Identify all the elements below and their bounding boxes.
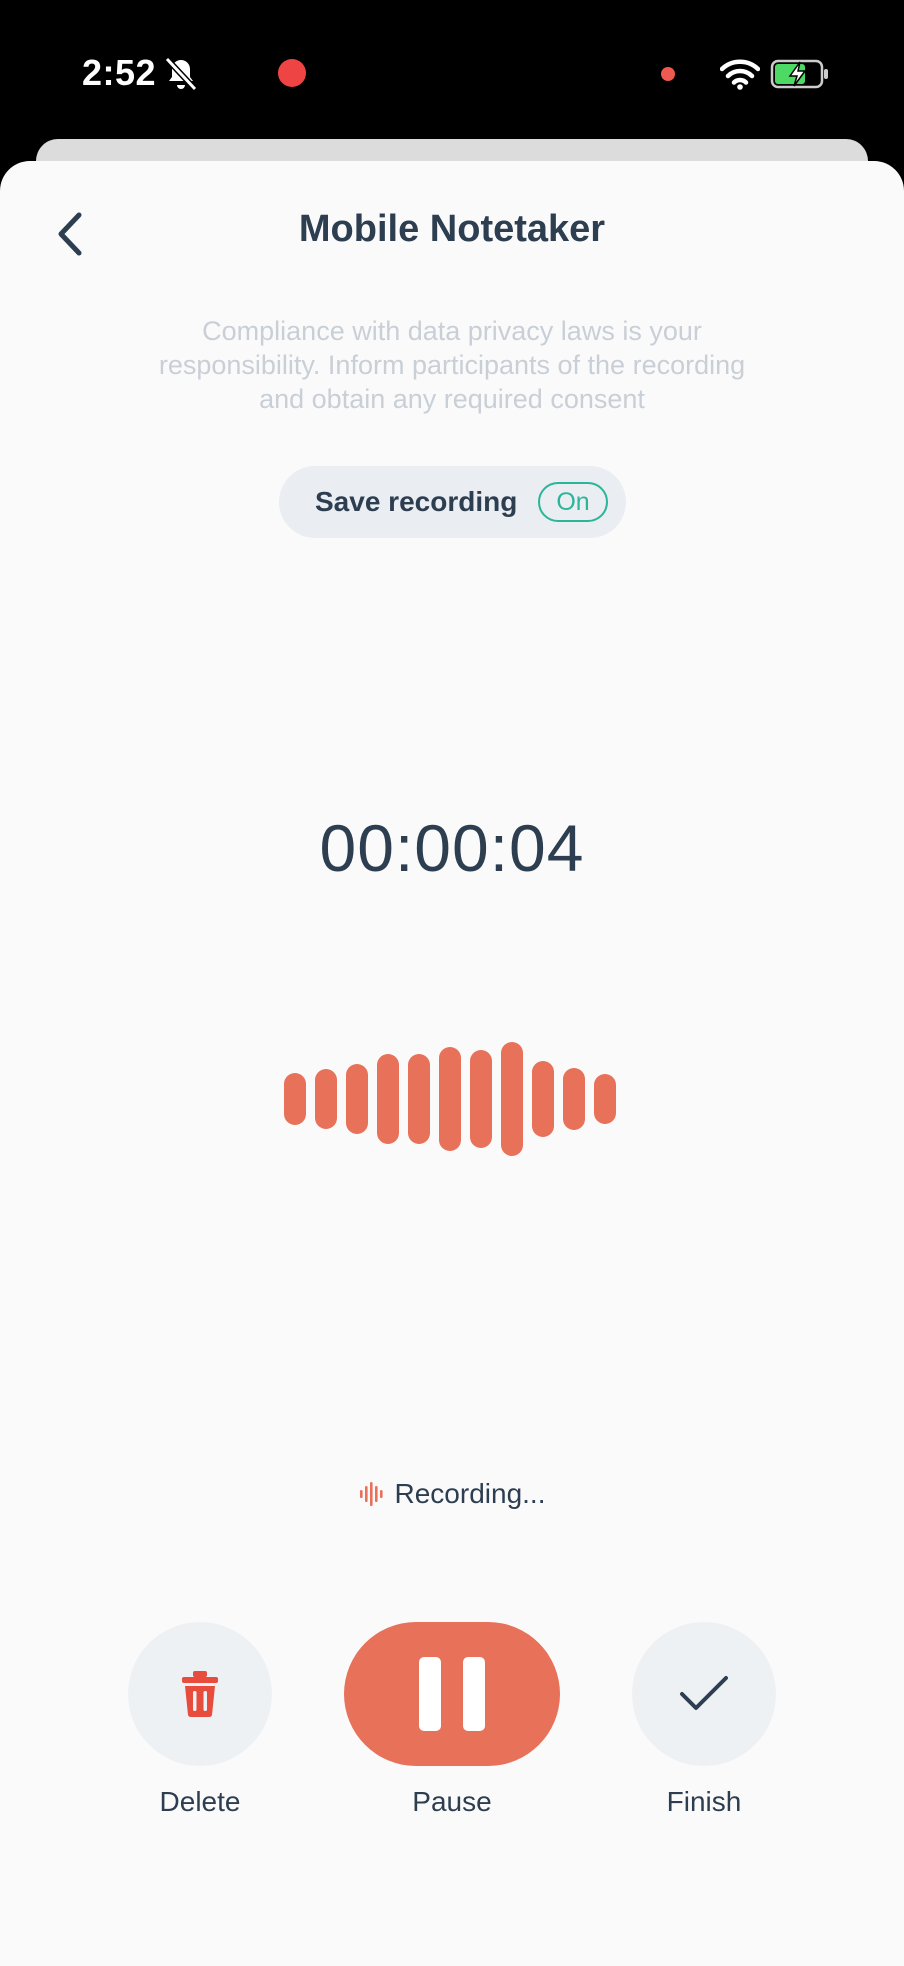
finish-button[interactable] bbox=[632, 1622, 776, 1766]
waveform-bar bbox=[439, 1047, 461, 1151]
waveform-bar bbox=[501, 1042, 523, 1156]
bell-off-icon bbox=[164, 56, 198, 92]
waveform-bar bbox=[563, 1068, 585, 1130]
page-title: Mobile Notetaker bbox=[298, 208, 606, 250]
save-recording-toggle[interactable]: Save recording On bbox=[279, 466, 626, 538]
waveform-bar bbox=[315, 1069, 337, 1129]
audio-wave-icon bbox=[359, 1481, 383, 1506]
status-bar: 2:52 bbox=[0, 0, 904, 140]
app-screen: 2:52 Mobile Notetaker Compliance with da… bbox=[0, 0, 904, 1966]
waveform-visualizer bbox=[282, 1040, 622, 1160]
delete-label: Delete bbox=[159, 1786, 241, 1817]
trash-icon bbox=[182, 1671, 218, 1717]
waveform-bar bbox=[594, 1074, 616, 1124]
waveform-bar bbox=[346, 1064, 368, 1134]
check-icon bbox=[680, 1676, 728, 1710]
waveform-bar bbox=[532, 1061, 554, 1137]
recording-status-text: Recording... bbox=[394, 1478, 546, 1509]
pause-icon bbox=[419, 1657, 441, 1731]
privacy-dot-icon bbox=[661, 67, 675, 81]
delete-button[interactable] bbox=[128, 1622, 272, 1766]
wifi-icon bbox=[720, 59, 760, 90]
battery-charging-icon bbox=[770, 59, 828, 89]
waveform-bar bbox=[408, 1054, 430, 1144]
recording-dot-icon bbox=[278, 59, 306, 87]
pause-label: Pause bbox=[412, 1786, 492, 1817]
waveform-bar bbox=[377, 1054, 399, 1144]
waveform-bar bbox=[284, 1073, 306, 1125]
recording-timer: 00:00:04 bbox=[319, 811, 585, 885]
privacy-notice: Compliance with data privacy laws is you… bbox=[158, 316, 746, 414]
recording-status: Recording... bbox=[0, 1478, 904, 1510]
pause-button[interactable] bbox=[344, 1622, 560, 1766]
pause-icon-bar bbox=[463, 1657, 485, 1731]
toggle-on-badge[interactable]: On bbox=[538, 482, 608, 522]
status-time: 2:52 bbox=[82, 52, 157, 93]
waveform-bar bbox=[470, 1050, 492, 1148]
finish-label: Finish bbox=[666, 1786, 742, 1817]
save-recording-label: Save recording bbox=[315, 486, 518, 517]
